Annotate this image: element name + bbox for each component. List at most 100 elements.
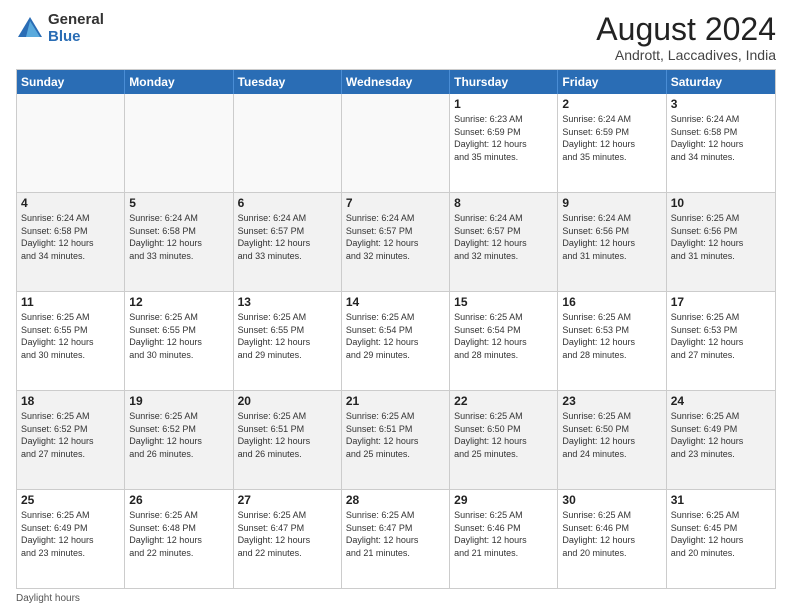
page: General Blue August 2024 Andrott, Laccad…: [0, 0, 792, 612]
day-number: 18: [21, 394, 120, 408]
cell-details: Sunrise: 6:25 AM Sunset: 6:46 PM Dayligh…: [454, 509, 553, 559]
day-number: 8: [454, 196, 553, 210]
cell-details: Sunrise: 6:25 AM Sunset: 6:53 PM Dayligh…: [671, 311, 771, 361]
location: Andrott, Laccadives, India: [596, 47, 776, 63]
day-number: 11: [21, 295, 120, 309]
calendar-body: 1 Sunrise: 6:23 AM Sunset: 6:59 PM Daylig…: [17, 94, 775, 588]
day-number: 22: [454, 394, 553, 408]
cell-details: Sunrise: 6:25 AM Sunset: 6:49 PM Dayligh…: [671, 410, 771, 460]
logo: General Blue: [16, 12, 104, 45]
calendar-cell-6: 6Sunrise: 6:24 AM Sunset: 6:57 PM Daylig…: [234, 193, 342, 291]
calendar-header-saturday: Saturday: [667, 70, 775, 94]
cell-details: Sunrise: 6:25 AM Sunset: 6:54 PM Dayligh…: [454, 311, 553, 361]
cell-details: Sunrise: 6:23 AM Sunset: 6:59 PM Dayligh…: [454, 113, 553, 163]
calendar-cell-30: 30 Sunrise: 6:25 AM Sunset: 6:46 PM Dayli…: [558, 490, 666, 588]
cell-details: Sunrise: 6:24 AM Sunset: 6:58 PM Dayligh…: [21, 212, 120, 262]
calendar-cell-13: 13 Sunrise: 6:25 AM Sunset: 6:55 PM Dayli…: [234, 292, 342, 390]
calendar-cell-18: 18 Sunrise: 6:25 AM Sunset: 6:52 PM Dayli…: [17, 391, 125, 489]
calendar-cell-4: 4 Sunrise: 6:24 AM Sunset: 6:58 PM Daylig…: [17, 193, 125, 291]
calendar-cell-26: 26Sunrise: 6:25 AM Sunset: 6:48 PM Dayli…: [125, 490, 233, 588]
day-number: 21: [346, 394, 445, 408]
day-number: 5: [129, 196, 228, 210]
day-number: 12: [129, 295, 228, 309]
calendar-cell-empty: [234, 94, 342, 192]
day-number: 1: [454, 97, 553, 111]
cell-details: Sunrise: 6:25 AM Sunset: 6:50 PM Dayligh…: [454, 410, 553, 460]
logo-text: General Blue: [48, 12, 104, 45]
day-number: 30: [562, 493, 661, 507]
cell-details: Sunrise: 6:24 AM Sunset: 6:57 PM Dayligh…: [238, 212, 337, 262]
logo-general: General: [48, 12, 104, 29]
cell-details: Sunrise: 6:24 AM Sunset: 6:59 PM Dayligh…: [562, 113, 661, 163]
calendar-cell-17: 17 Sunrise: 6:25 AM Sunset: 6:53 PM Dayli…: [667, 292, 775, 390]
calendar-cell-31: 31 Sunrise: 6:25 AM Sunset: 6:45 PM Dayli…: [667, 490, 775, 588]
footer-note: Daylight hours: [16, 593, 776, 604]
calendar-cell-10: 10 Sunrise: 6:25 AM Sunset: 6:56 PM Dayli…: [667, 193, 775, 291]
cell-details: Sunrise: 6:24 AM Sunset: 6:57 PM Dayligh…: [346, 212, 445, 262]
day-number: 27: [238, 493, 337, 507]
cell-details: Sunrise: 6:24 AM Sunset: 6:56 PM Dayligh…: [562, 212, 661, 262]
title-block: August 2024 Andrott, Laccadives, India: [596, 12, 776, 63]
calendar-cell-1: 1 Sunrise: 6:23 AM Sunset: 6:59 PM Daylig…: [450, 94, 558, 192]
day-number: 28: [346, 493, 445, 507]
calendar-cell-empty: [17, 94, 125, 192]
calendar-header-tuesday: Tuesday: [234, 70, 342, 94]
day-number: 31: [671, 493, 771, 507]
calendar-cell-25: 25Sunrise: 6:25 AM Sunset: 6:49 PM Dayli…: [17, 490, 125, 588]
calendar-week-3: 11 Sunrise: 6:25 AM Sunset: 6:55 PM Dayli…: [17, 292, 775, 391]
cell-details: Sunrise: 6:25 AM Sunset: 6:45 PM Dayligh…: [671, 509, 771, 559]
calendar-week-5: 25Sunrise: 6:25 AM Sunset: 6:49 PM Dayli…: [17, 490, 775, 588]
day-number: 10: [671, 196, 771, 210]
calendar-header-friday: Friday: [558, 70, 666, 94]
day-number: 2: [562, 97, 661, 111]
day-number: 25: [21, 493, 120, 507]
calendar-cell-20: 20 Sunrise: 6:25 AM Sunset: 6:51 PM Dayli…: [234, 391, 342, 489]
day-number: 4: [21, 196, 120, 210]
calendar-cell-29: 29 Sunrise: 6:25 AM Sunset: 6:46 PM Dayli…: [450, 490, 558, 588]
calendar-header-monday: Monday: [125, 70, 233, 94]
cell-details: Sunrise: 6:25 AM Sunset: 6:51 PM Dayligh…: [346, 410, 445, 460]
day-number: 17: [671, 295, 771, 309]
day-number: 16: [562, 295, 661, 309]
day-number: 20: [238, 394, 337, 408]
calendar-cell-2: 2 Sunrise: 6:24 AM Sunset: 6:59 PM Daylig…: [558, 94, 666, 192]
day-number: 14: [346, 295, 445, 309]
calendar-cell-19: 19Sunrise: 6:25 AM Sunset: 6:52 PM Dayli…: [125, 391, 233, 489]
calendar-cell-7: 7 Sunrise: 6:24 AM Sunset: 6:57 PM Daylig…: [342, 193, 450, 291]
calendar-cell-empty: [125, 94, 233, 192]
cell-details: Sunrise: 6:24 AM Sunset: 6:57 PM Dayligh…: [454, 212, 553, 262]
calendar-cell-14: 14 Sunrise: 6:25 AM Sunset: 6:54 PM Dayli…: [342, 292, 450, 390]
day-number: 24: [671, 394, 771, 408]
cell-details: Sunrise: 6:25 AM Sunset: 6:46 PM Dayligh…: [562, 509, 661, 559]
month-title: August 2024: [596, 12, 776, 47]
calendar-header-row: SundayMondayTuesdayWednesdayThursdayFrid…: [17, 70, 775, 94]
cell-details: Sunrise: 6:25 AM Sunset: 6:53 PM Dayligh…: [562, 311, 661, 361]
calendar-week-2: 4 Sunrise: 6:24 AM Sunset: 6:58 PM Daylig…: [17, 193, 775, 292]
calendar-header-wednesday: Wednesday: [342, 70, 450, 94]
day-number: 26: [129, 493, 228, 507]
calendar: SundayMondayTuesdayWednesdayThursdayFrid…: [16, 69, 776, 589]
calendar-header-sunday: Sunday: [17, 70, 125, 94]
day-number: 29: [454, 493, 553, 507]
cell-details: Sunrise: 6:25 AM Sunset: 6:50 PM Dayligh…: [562, 410, 661, 460]
calendar-cell-empty: [342, 94, 450, 192]
calendar-cell-23: 23 Sunrise: 6:25 AM Sunset: 6:50 PM Dayli…: [558, 391, 666, 489]
calendar-cell-16: 16 Sunrise: 6:25 AM Sunset: 6:53 PM Dayli…: [558, 292, 666, 390]
day-number: 19: [129, 394, 228, 408]
calendar-week-4: 18 Sunrise: 6:25 AM Sunset: 6:52 PM Dayli…: [17, 391, 775, 490]
calendar-cell-8: 8 Sunrise: 6:24 AM Sunset: 6:57 PM Daylig…: [450, 193, 558, 291]
cell-details: Sunrise: 6:25 AM Sunset: 6:56 PM Dayligh…: [671, 212, 771, 262]
cell-details: Sunrise: 6:25 AM Sunset: 6:54 PM Dayligh…: [346, 311, 445, 361]
cell-details: Sunrise: 6:25 AM Sunset: 6:52 PM Dayligh…: [21, 410, 120, 460]
calendar-header-thursday: Thursday: [450, 70, 558, 94]
day-number: 13: [238, 295, 337, 309]
calendar-cell-9: 9Sunrise: 6:24 AM Sunset: 6:56 PM Daylig…: [558, 193, 666, 291]
cell-details: Sunrise: 6:25 AM Sunset: 6:55 PM Dayligh…: [129, 311, 228, 361]
cell-details: Sunrise: 6:25 AM Sunset: 6:51 PM Dayligh…: [238, 410, 337, 460]
day-number: 7: [346, 196, 445, 210]
logo-icon: [16, 15, 44, 43]
calendar-cell-15: 15Sunrise: 6:25 AM Sunset: 6:54 PM Dayli…: [450, 292, 558, 390]
calendar-cell-11: 11Sunrise: 6:25 AM Sunset: 6:55 PM Dayli…: [17, 292, 125, 390]
day-number: 23: [562, 394, 661, 408]
cell-details: Sunrise: 6:25 AM Sunset: 6:55 PM Dayligh…: [238, 311, 337, 361]
